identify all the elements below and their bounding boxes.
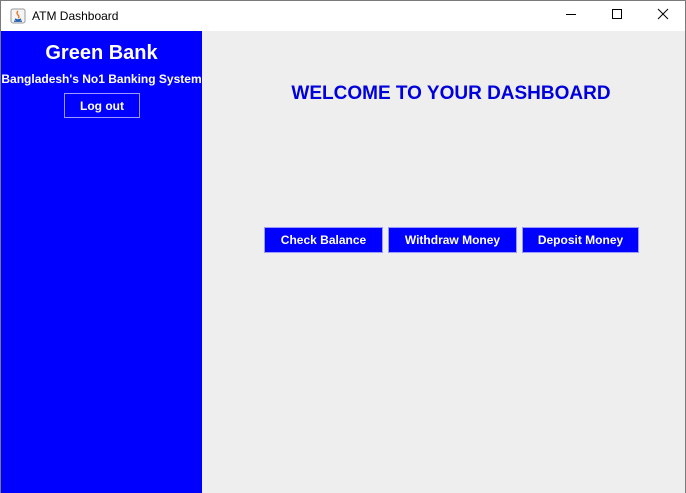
maximize-icon (611, 7, 623, 25)
check-balance-button[interactable]: Check Balance (264, 227, 383, 253)
logout-button[interactable]: Log out (64, 93, 140, 118)
withdraw-money-button[interactable]: Withdraw Money (388, 227, 517, 253)
minimize-button[interactable] (548, 1, 594, 31)
window-title: ATM Dashboard (32, 9, 119, 23)
sidebar: Green Bank Bangladesh's No1 Banking Syst… (1, 31, 202, 493)
close-button[interactable] (640, 1, 686, 31)
welcome-heading: WELCOME TO YOUR DASHBOARD (291, 83, 611, 104)
close-icon (657, 7, 669, 25)
deposit-money-button[interactable]: Deposit Money (522, 227, 639, 253)
atm-dashboard-window: ATM Dashboard Green Bank Bangladesh's No… (0, 0, 686, 493)
java-app-icon (10, 8, 26, 24)
maximize-button[interactable] (594, 1, 640, 31)
title-bar[interactable]: ATM Dashboard (1, 1, 685, 31)
bank-name: Green Bank (45, 42, 158, 64)
bank-tagline: Bangladesh's No1 Banking System (1, 72, 202, 86)
main-panel: WELCOME TO YOUR DASHBOARD Check Balance … (202, 31, 685, 493)
minimize-icon (565, 7, 577, 25)
